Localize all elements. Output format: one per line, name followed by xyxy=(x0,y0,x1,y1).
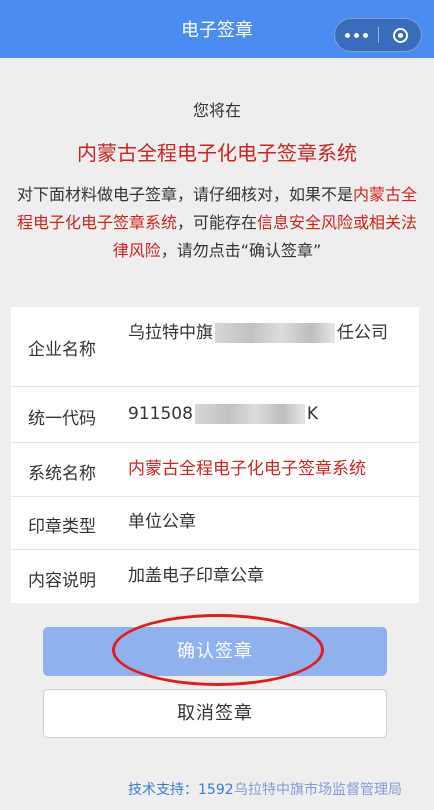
system-value: 内蒙古全程电子化电子签章系统 xyxy=(128,459,366,479)
redacted-block xyxy=(194,404,305,424)
close-icon[interactable] xyxy=(379,19,421,51)
redacted-block xyxy=(215,323,335,343)
system-label: 系统名称 xyxy=(28,464,96,484)
info-row-code: 统一代码 911508 K xyxy=(11,387,419,443)
company-value: 乌拉特中旗 任公司 xyxy=(128,320,403,347)
more-icon[interactable] xyxy=(335,19,378,51)
code-value: 911508 K xyxy=(128,401,403,428)
seal-type-value: 单位公章 xyxy=(128,512,196,532)
info-row-content: 内容说明 加盖电子印章公章 xyxy=(11,550,419,603)
warning-notice: 对下面材料做电子签章，请仔细核对，如果不是内蒙古全程电子化电子签章系统，可能存在… xyxy=(12,181,422,265)
notice-text: 对下面材料做电子签章，请仔细核对，如果不是 xyxy=(16,185,353,204)
code-label: 统一代码 xyxy=(28,409,96,429)
code-end: K xyxy=(306,404,319,424)
system-title: 内蒙古全程电子化电子签章系统 xyxy=(77,141,357,165)
tech-support-text: 技术支持：1592 xyxy=(128,782,234,798)
info-row-company: 企业名称 乌拉特中旗 任公司 xyxy=(11,307,419,387)
info-card: 企业名称 乌拉特中旗 任公司 统一代码 911508 K 系统名称 内蒙古全程电子化… xyxy=(11,307,419,603)
nav-bar: 电子签章 xyxy=(0,0,434,58)
code-start: 911508 xyxy=(128,404,193,424)
info-row-system: 系统名称 内蒙古全程电子化电子签章系统 xyxy=(11,443,419,497)
intro-text: 您将在 xyxy=(192,101,241,120)
company-label: 企业名称 xyxy=(28,340,96,360)
cancel-seal-button[interactable]: 取消签章 xyxy=(43,689,387,738)
mini-program-capsule xyxy=(334,18,422,52)
company-name-start: 乌拉特中旗 xyxy=(128,323,213,343)
watermark-text: 乌拉特中旗市场监督管理局 xyxy=(234,782,402,798)
content-value: 加盖电子印章公章 xyxy=(128,566,264,586)
confirm-seal-button[interactable]: 确认签章 xyxy=(43,627,387,676)
notice-text: ，请勿点击“确认签章” xyxy=(160,241,322,260)
seal-type-label: 印章类型 xyxy=(28,517,96,537)
notice-text: ，可能存在 xyxy=(176,213,257,232)
info-row-seal-type: 印章类型 单位公章 xyxy=(11,497,419,550)
company-name-end: 任公司 xyxy=(337,323,388,343)
content-label: 内容说明 xyxy=(28,571,96,591)
